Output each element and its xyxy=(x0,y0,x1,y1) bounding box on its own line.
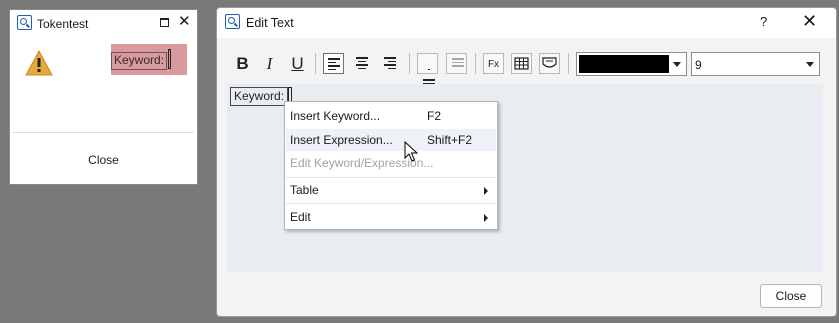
font-size-dropdown[interactable]: 9 xyxy=(691,52,820,76)
underline-button[interactable]: U xyxy=(287,53,308,74)
dialog-title: Edit Text xyxy=(246,16,294,30)
align-left-icon[interactable] xyxy=(323,53,344,74)
divider xyxy=(13,132,194,133)
color-swatch xyxy=(579,55,669,73)
field-icon[interactable] xyxy=(539,53,560,74)
warning-icon xyxy=(25,50,53,76)
toolbar-divider xyxy=(409,53,410,74)
toolbar-divider xyxy=(475,53,476,74)
align-right-icon[interactable] xyxy=(380,53,401,74)
menu-separator xyxy=(286,203,496,204)
search-window-icon xyxy=(225,14,240,29)
menu-item-table[interactable]: Table xyxy=(286,179,496,201)
chevron-down-icon xyxy=(806,62,814,67)
text-color-dropdown[interactable] xyxy=(576,52,687,76)
maximize-icon[interactable] xyxy=(160,18,169,27)
italic-button[interactable]: I xyxy=(259,53,280,74)
menu-item-shortcut: Shift+F2 xyxy=(427,133,473,147)
keyword-token[interactable]: Keyword: xyxy=(230,87,289,106)
chevron-right-icon xyxy=(484,187,488,195)
mouse-pointer-icon xyxy=(404,141,418,162)
close-button[interactable]: Close xyxy=(10,153,197,167)
menu-item-label: Edit xyxy=(290,210,311,224)
font-size-value: 9 xyxy=(695,58,702,72)
bullet-list-icon[interactable] xyxy=(417,53,438,84)
menu-item-edit[interactable]: Edit xyxy=(286,206,496,228)
dialog-titlebar: Edit Text ? ✕ xyxy=(217,8,836,38)
keyword-token[interactable]: Keyword: xyxy=(111,52,168,70)
table-icon[interactable] xyxy=(511,53,532,74)
bold-button[interactable]: B xyxy=(232,53,253,74)
menu-item-shortcut: F2 xyxy=(427,109,442,123)
search-window-icon xyxy=(17,15,32,30)
close-icon[interactable]: ✕ xyxy=(178,13,191,30)
chevron-right-icon xyxy=(484,214,488,222)
text-caret xyxy=(168,49,171,69)
context-menu: Insert Keyword... F2 Insert Expression..… xyxy=(284,101,498,230)
toolbar-divider xyxy=(568,53,569,74)
tokentest-window: Tokentest ✕ Keyword: Close xyxy=(9,9,198,185)
numbered-list-icon xyxy=(446,53,467,74)
tokentest-titlebar: Tokentest ✕ xyxy=(10,10,197,36)
window-title: Tokentest xyxy=(37,17,89,31)
keyword-token-highlight[interactable]: Keyword: xyxy=(111,44,187,75)
align-center-icon[interactable] xyxy=(352,53,373,74)
menu-item-label: Table xyxy=(290,183,319,197)
close-button[interactable]: Close xyxy=(760,284,822,308)
menu-item-label: Insert Expression... xyxy=(290,133,393,147)
menu-item-insert-expression[interactable]: Insert Expression... Shift+F2 xyxy=(286,129,496,151)
fx-icon[interactable]: Fx xyxy=(483,53,504,74)
toolbar-divider xyxy=(315,53,316,74)
menu-item-insert-keyword[interactable]: Insert Keyword... F2 xyxy=(286,105,496,127)
menu-item-edit-keyword-expression: Edit Keyword/Expression... xyxy=(286,152,496,174)
menu-separator xyxy=(286,177,496,178)
chevron-down-icon xyxy=(673,62,681,67)
close-icon[interactable]: ✕ xyxy=(802,11,817,31)
help-button[interactable]: ? xyxy=(760,14,767,29)
menu-item-label: Insert Keyword... xyxy=(290,109,381,123)
